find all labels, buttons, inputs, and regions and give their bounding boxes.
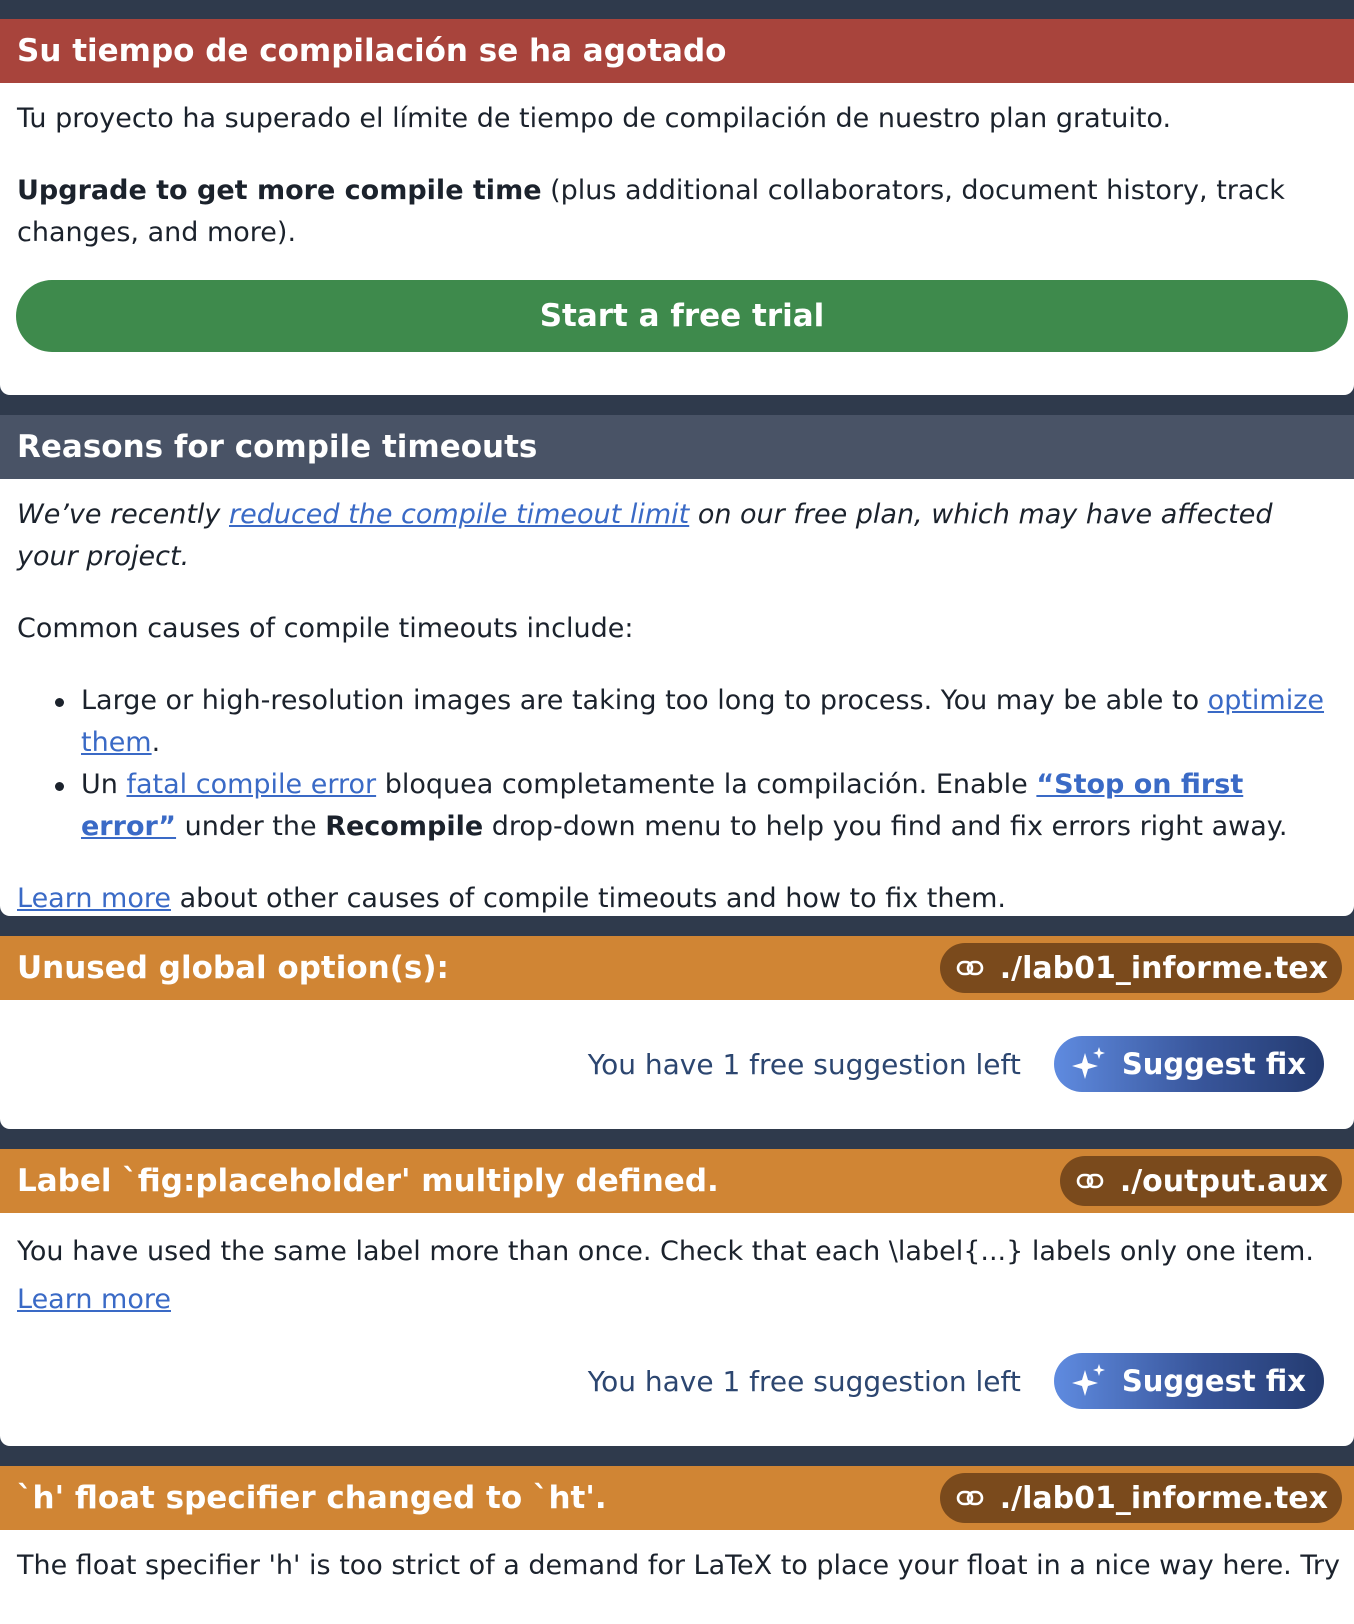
- warning-body: The float specifier 'h' is too strict of…: [0, 1530, 1354, 1587]
- sparkle-icon: [1071, 1047, 1105, 1079]
- reduced-timeout-link[interactable]: reduced the compile timeout limit: [229, 499, 689, 530]
- suggestion-count: You have 1 free suggestion left: [587, 1364, 1021, 1398]
- suggest-fix-button[interactable]: Suggest fix: [1053, 1036, 1324, 1092]
- warning-card: `h' float specifier changed to `ht'. ./l…: [0, 1466, 1354, 1624]
- suggestion-count: You have 1 free suggestion left: [587, 1047, 1021, 1081]
- file-link-label: ./lab01_informe.tex: [999, 1480, 1328, 1516]
- learn-more-timeouts-link[interactable]: Learn more: [17, 883, 171, 914]
- timeout-error-card: Su tiempo de compilación se ha agotado T…: [0, 19, 1354, 395]
- fatal-compile-error-link[interactable]: fatal compile error: [126, 769, 376, 800]
- learn-more-link[interactable]: Learn more: [17, 1284, 171, 1315]
- warning-title: `h' float specifier changed to `ht'.: [17, 1480, 607, 1516]
- reasons-intro-pre: We’ve recently: [17, 499, 229, 530]
- suggest-fix-label: Suggest fix: [1121, 1047, 1306, 1081]
- cause2-mid2: under the: [176, 811, 326, 842]
- timeout-error-title: Su tiempo de compilación se ha agotado: [17, 33, 727, 69]
- file-link-label: ./output.aux: [1119, 1163, 1328, 1199]
- warning-header: Unused global option(s): ./lab01_informe…: [0, 936, 1354, 1000]
- warning-header: Label `fig:placeholder' multiply defined…: [0, 1149, 1354, 1213]
- timeout-message: Tu proyecto ha superado el límite de tie…: [17, 103, 1172, 134]
- recompile-bold: Recompile: [325, 811, 484, 842]
- learn-more-rest: about other causes of compile timeouts a…: [170, 883, 1006, 914]
- file-link-button[interactable]: ./lab01_informe.tex: [939, 1473, 1342, 1523]
- cause2-mid: bloquea completamente la compilación. En…: [376, 769, 1037, 800]
- cause2-post: drop-down menu to help you find and fix …: [483, 811, 1288, 842]
- upgrade-message-bold: Upgrade to get more compile time: [17, 175, 542, 206]
- file-link-button[interactable]: ./lab01_informe.tex: [939, 943, 1342, 993]
- warning-title: Label `fig:placeholder' multiply defined…: [17, 1163, 719, 1199]
- warning-title: Unused global option(s):: [17, 950, 449, 986]
- learn-more-paragraph: Learn more about other causes of compile…: [17, 878, 1337, 916]
- start-free-trial-button[interactable]: Start a free trial: [16, 280, 1348, 352]
- cause2-pre: Un: [81, 769, 127, 800]
- timeout-error-header: Su tiempo de compilación se ha agotado: [0, 19, 1354, 83]
- cause1-text: Large or high-resolution images are taki…: [81, 685, 1208, 716]
- link-icon: [956, 960, 984, 976]
- warning-description: The float specifier 'h' is too strict of…: [17, 1550, 1340, 1581]
- warning-card: Label `fig:placeholder' multiply defined…: [0, 1149, 1354, 1446]
- warning-description: You have used the same label more than o…: [17, 1236, 1314, 1267]
- learn-more-paragraph: Learn more: [17, 1276, 1337, 1324]
- sparkle-icon: [1071, 1364, 1105, 1396]
- list-item: Large or high-resolution images are taki…: [55, 680, 1337, 764]
- file-link-button[interactable]: ./output.aux: [1059, 1156, 1342, 1206]
- link-icon: [1076, 1173, 1104, 1189]
- common-causes-heading: Common causes of compile timeouts includ…: [17, 613, 634, 644]
- log-panel: Su tiempo de compilación se ha agotado T…: [0, 0, 1354, 1624]
- warning-header: `h' float specifier changed to `ht'. ./l…: [0, 1466, 1354, 1530]
- reasons-intro: We’ve recently reduced the compile timeo…: [17, 494, 1337, 578]
- reasons-card: Reasons for compile timeouts We’ve recen…: [0, 415, 1354, 916]
- list-item: Un fatal compile error bloquea completam…: [55, 764, 1337, 848]
- suggest-fix-row: You have 1 free suggestion left Suggest …: [588, 1353, 1324, 1409]
- reasons-header: Reasons for compile timeouts: [0, 415, 1354, 479]
- file-link-label: ./lab01_informe.tex: [999, 950, 1328, 986]
- suggest-fix-row: You have 1 free suggestion left Suggest …: [588, 1036, 1324, 1092]
- suggest-fix-label: Suggest fix: [1121, 1364, 1306, 1398]
- reasons-body: We’ve recently reduced the compile timeo…: [0, 479, 1354, 916]
- causes-list: Large or high-resolution images are taki…: [17, 680, 1337, 848]
- reasons-title: Reasons for compile timeouts: [17, 429, 538, 465]
- warning-card: Unused global option(s): ./lab01_informe…: [0, 936, 1354, 1129]
- link-icon: [956, 1490, 984, 1506]
- timeout-error-body: Tu proyecto ha superado el límite de tie…: [0, 83, 1354, 254]
- warning-body: You have used the same label more than o…: [0, 1213, 1354, 1324]
- upgrade-message: Upgrade to get more compile time (plus a…: [17, 170, 1337, 254]
- cause1-end: .: [151, 727, 161, 758]
- suggest-fix-button[interactable]: Suggest fix: [1053, 1353, 1324, 1409]
